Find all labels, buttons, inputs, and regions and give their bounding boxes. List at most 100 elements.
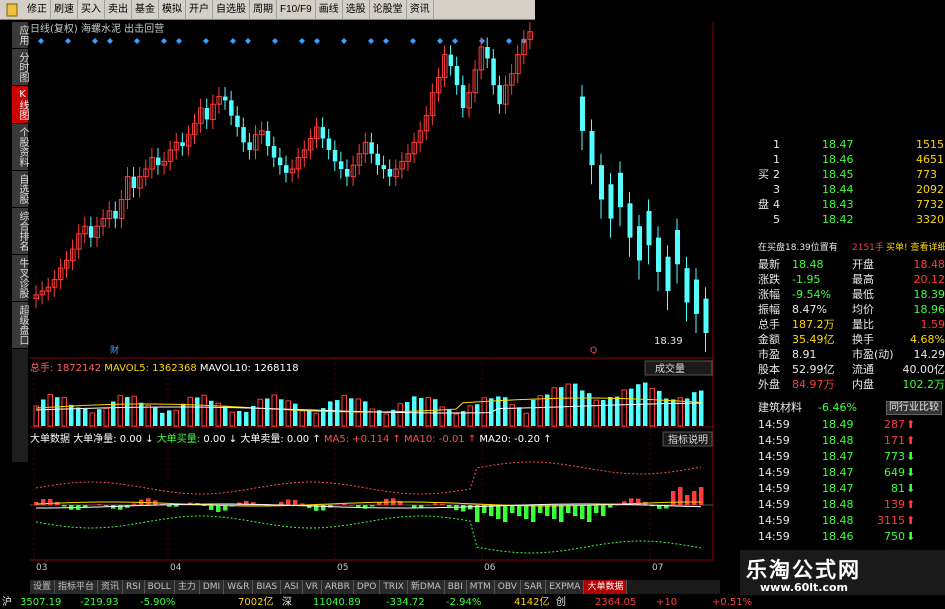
tab-12[interactable]: DPO xyxy=(353,580,381,594)
marker-q[interactable]: Q xyxy=(590,346,597,356)
bigorder-bar xyxy=(440,503,445,505)
left-nav-item-6[interactable]: 牛叉诊股 xyxy=(12,255,28,302)
bid-row[interactable]: 盘 4 18.43 7732 xyxy=(756,198,945,212)
kline-chart-area[interactable]: 日线(复权) 海螺水泥 出击回营030405060724.3322.1920.0… xyxy=(30,22,714,572)
left-nav-item-4[interactable]: 自选股 xyxy=(12,171,28,208)
tab-19[interactable]: EXPMA xyxy=(546,580,585,594)
tab-16[interactable]: MTM xyxy=(466,580,495,594)
bigorder-bar xyxy=(433,503,438,505)
tab-20[interactable]: 大单数据 xyxy=(584,580,628,594)
status-amount-2: 4142亿 xyxy=(514,597,550,608)
tab-10[interactable]: VR xyxy=(302,580,323,594)
quote-label: 换手 xyxy=(852,333,874,346)
toolbar-button-9[interactable]: F10/F9 xyxy=(277,0,316,20)
toolbar-button-12[interactable]: 论股堂 xyxy=(370,0,407,20)
date-tick-label: 04 xyxy=(170,563,182,572)
tick-row: 14:59 18.49 287 ⬆ xyxy=(756,418,945,432)
tab-13[interactable]: TRIX xyxy=(380,580,408,594)
industry-compare-button[interactable]: 同行业比较 xyxy=(886,401,942,415)
quote-label: 均价 xyxy=(852,303,874,316)
status-market-label: 沪 xyxy=(2,597,12,608)
tick-volume: 171 xyxy=(884,434,905,447)
toolbar-button-10[interactable]: 画线 xyxy=(316,0,343,20)
tab-1[interactable]: 指标平台 xyxy=(55,580,99,594)
bid-row[interactable]: 买 2 18.45 773 xyxy=(756,168,945,182)
quote-value: 1.59 xyxy=(920,318,945,331)
candle-body xyxy=(665,256,671,291)
volume-bar xyxy=(293,403,298,426)
toolbar-button-3[interactable]: 卖出 xyxy=(105,0,132,20)
left-nav-item-5[interactable]: 综合排名 xyxy=(12,208,28,255)
toolbar-button-0[interactable]: 修正 xyxy=(24,0,51,20)
bigorder-bar xyxy=(559,505,564,522)
quote-value: 20.12 xyxy=(913,273,945,286)
bid-row[interactable]: 1 18.46 4651 xyxy=(756,153,945,167)
left-nav-item-0[interactable]: 应用 xyxy=(12,22,28,49)
quote-value: 18.96 xyxy=(913,303,945,316)
left-nav: 应用 分时图 K线图 个股资料 自选股 综合排名 牛叉诊股 超级盘口 xyxy=(12,22,28,462)
tab-2[interactable]: 资讯 xyxy=(98,580,124,594)
tab-15[interactable]: BBI xyxy=(444,580,467,594)
volume-bar xyxy=(111,401,116,426)
left-nav-item-7[interactable]: 超级盘口 xyxy=(12,302,28,349)
volume-bar xyxy=(363,401,368,426)
bid-volume: 33201 xyxy=(916,213,945,226)
left-nav-item-2[interactable]: K线图 xyxy=(12,86,28,124)
toolbar-button-5[interactable]: 模拟 xyxy=(159,0,186,20)
toolbar-button-2[interactable]: 买入 xyxy=(78,0,105,20)
tab-11[interactable]: ARBR xyxy=(322,580,354,594)
tab-3[interactable]: RSI xyxy=(123,580,145,594)
tab-0[interactable]: 设置 xyxy=(30,580,56,594)
toolbar-button-4[interactable]: 基金 xyxy=(132,0,159,20)
bid-price: 18.43 xyxy=(822,198,854,211)
tick-volume: 139 xyxy=(884,498,905,511)
status-index-3: 2364.05 xyxy=(595,597,637,608)
tab-8[interactable]: BIAS xyxy=(253,580,282,594)
volume-select-label[interactable]: 成交量 xyxy=(655,362,685,375)
tab-17[interactable]: OBV xyxy=(494,580,521,594)
tick-time: 14:59 xyxy=(758,450,790,463)
bid-row[interactable]: 3 18.44 2092 xyxy=(756,183,945,197)
volume-bar xyxy=(83,408,88,426)
tab-4[interactable]: BOLL xyxy=(144,580,175,594)
status-market-label-3: 创 xyxy=(556,597,566,608)
pencil-icon[interactable] xyxy=(4,2,20,18)
bigorder-bar xyxy=(447,505,452,507)
candle-body xyxy=(284,165,289,173)
tab-18[interactable]: SAR xyxy=(520,580,547,594)
order-info-link[interactable]: 买单! 查看详细 xyxy=(886,241,945,255)
quote-row: 总手 187.2万 量比 1.59 xyxy=(756,318,945,332)
toolbar-button-13[interactable]: 资讯 xyxy=(407,0,434,20)
toolbar-button-1[interactable]: 刷速 xyxy=(51,0,78,20)
left-nav-item-1[interactable]: 分时图 xyxy=(12,49,28,86)
tab-6[interactable]: DMI xyxy=(199,580,225,594)
indicator-help-label[interactable]: 指标说明 xyxy=(668,433,708,446)
bigorder-bar xyxy=(146,498,151,505)
candle-body xyxy=(454,66,460,86)
toolbar-button-11[interactable]: 选股 xyxy=(343,0,370,20)
bigorder-bar xyxy=(552,505,557,519)
bid-price: 18.44 xyxy=(822,183,854,196)
tab-9[interactable]: ASI xyxy=(281,580,303,594)
bid-level: 1 xyxy=(773,138,780,151)
toolbar-button-6[interactable]: 开户 xyxy=(186,0,213,20)
tick-volume: 3115 xyxy=(877,514,905,527)
quote-row: 涨幅 -9.54% 最低 18.39 xyxy=(756,288,945,302)
toolbar-button-7[interactable]: 自选股 xyxy=(213,0,250,20)
status-market-label-2: 深 xyxy=(282,597,292,608)
date-tick-label: 05 xyxy=(337,563,348,572)
bid-row[interactable]: 5 18.42 33201 xyxy=(756,213,945,227)
bigorder-bar xyxy=(531,505,536,522)
quote-value: 187.2万 xyxy=(792,318,835,331)
marker-financial[interactable]: 财 xyxy=(110,344,119,356)
tab-5[interactable]: 主力 xyxy=(174,580,200,594)
quote-row: 市盈 8.91 市盈(动) 14.29 xyxy=(756,348,945,362)
order-info-row[interactable]: 在买盘18.39位置有 2151手 买单! 查看详细 xyxy=(756,241,945,255)
toolbar-button-8[interactable]: 周期 xyxy=(250,0,277,20)
bid-row[interactable]: 1 18.47 1515 xyxy=(756,138,945,152)
tab-14[interactable]: 新DMA xyxy=(407,580,445,594)
candle-body xyxy=(131,176,137,189)
tab-7[interactable]: W&R xyxy=(224,580,254,594)
bigorder-bar xyxy=(573,505,578,516)
left-nav-item-3[interactable]: 个股资料 xyxy=(12,124,28,171)
